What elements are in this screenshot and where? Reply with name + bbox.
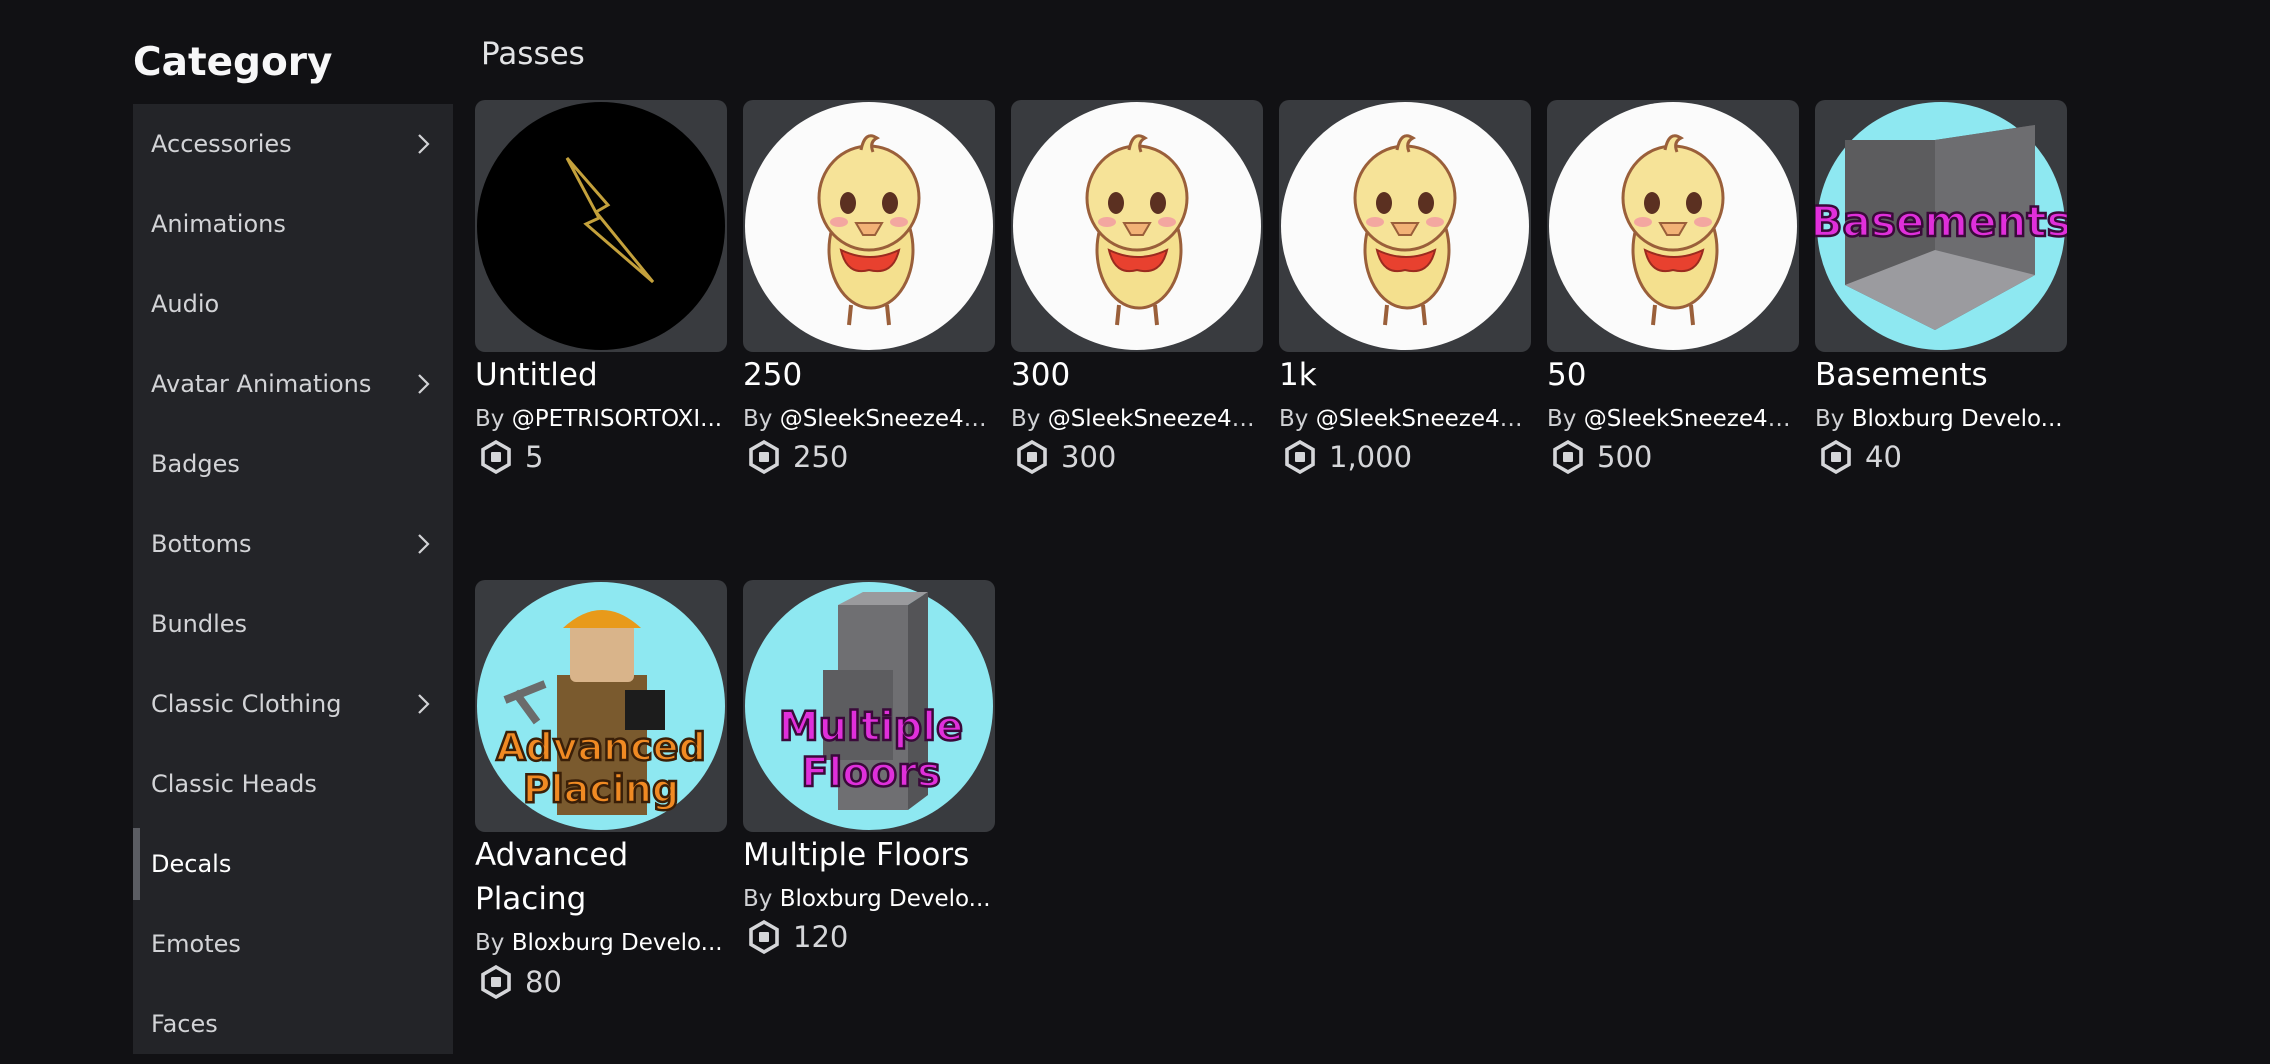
robux-icon [481,440,511,474]
sidebar-item-accessories[interactable]: Accessories [133,104,453,184]
sidebar-item-audio[interactable]: Audio [133,264,453,344]
pass-thumbnail[interactable] [475,100,727,352]
pass-price: 300 [1015,440,1116,474]
sidebar-item-label: Avatar Animations [151,370,372,398]
pass-thumbnail[interactable] [1547,100,1799,352]
robux-icon [749,920,779,954]
pass-thumbnail[interactable]: Multiple Floors [743,580,995,832]
svg-text:Multiple: Multiple [779,704,963,750]
sidebar-item-emotes[interactable]: Emotes [133,904,453,984]
pass-creator[interactable]: By @SleekSneeze41... [1011,406,1263,432]
robux-icon [749,440,779,474]
sidebar-item-label: Accessories [151,130,292,158]
sidebar-item-bottoms[interactable]: Bottoms [133,504,453,584]
sidebar-item-label: Audio [151,290,220,318]
pass-thumbnail[interactable] [1279,100,1531,352]
stacked-floors-icon: Multiple Floors [745,582,993,830]
pass-price: 40 [1819,440,1902,474]
pass-name[interactable]: Multiple Floors [743,833,995,877]
sidebar-item-label: Bundles [151,610,248,638]
robux-icon [1017,440,1047,474]
pass-price: 80 [479,965,562,999]
chevron-right-icon [418,534,430,554]
pass-creator[interactable]: By @SleekSneeze41... [743,406,995,432]
category-sidebar: Accessories Animations Audio Avatar Anim… [133,104,453,1054]
sidebar-item-classic-clothing[interactable]: Classic Clothing [133,664,453,744]
lightning-bolt-icon [477,102,725,350]
pass-thumbnail[interactable] [1011,100,1263,352]
pass-price: 5 [479,440,543,474]
sidebar-item-label: Faces [151,1010,218,1038]
sidebar-item-classic-heads[interactable]: Classic Heads [133,744,453,824]
chevron-right-icon [418,694,430,714]
sidebar-item-badges[interactable]: Badges [133,424,453,504]
pass-name[interactable]: 50 [1547,353,1799,397]
chick-icon [745,102,993,350]
chick-icon [1013,102,1261,350]
svg-text:Floors: Floors [801,750,941,796]
svg-text:Advanced: Advanced [496,725,706,769]
sidebar-item-label: Bottoms [151,530,252,558]
robux-icon [1285,440,1315,474]
pass-creator[interactable]: By Bloxburg Develo... [475,930,727,956]
pass-price: 500 [1551,440,1652,474]
sidebar-item-label: Decals [151,850,232,878]
robux-icon [1821,440,1851,474]
pass-thumbnail[interactable]: Basements [1815,100,2067,352]
pass-name[interactable]: 1k [1279,353,1531,397]
basement-room-icon: Basements [1815,102,2067,350]
pass-price: 250 [747,440,848,474]
sidebar-item-avatar-animations[interactable]: Avatar Animations [133,344,453,424]
sidebar-item-bundles[interactable]: Bundles [133,584,453,664]
pass-creator[interactable]: By @PETRISORTOXI... [475,406,727,432]
pass-thumbnail[interactable] [743,100,995,352]
robux-icon [481,965,511,999]
sidebar-item-label: Classic Clothing [151,690,342,718]
builder-avatar-icon: Advanced Placing [477,582,725,830]
pass-thumbnail[interactable]: Advanced Placing [475,580,727,832]
sidebar-item-animations[interactable]: Animations [133,184,453,264]
pass-creator[interactable]: By @SleekSneeze41... [1279,406,1531,432]
pass-name[interactable]: Basements [1815,353,2067,397]
chevron-right-icon [418,134,430,154]
sidebar-item-label: Badges [151,450,240,478]
svg-text:Placing: Placing [523,767,679,811]
svg-text:Basements: Basements [1815,197,2067,246]
section-title: Passes [481,36,585,72]
chick-icon [1281,102,1529,350]
pass-price: 1,000 [1283,440,1412,474]
sidebar-item-label: Animations [151,210,286,238]
pass-name[interactable]: Advanced Placing [475,833,727,921]
category-heading: Category [133,40,333,85]
chevron-right-icon [418,374,430,394]
pass-name[interactable]: 300 [1011,353,1263,397]
chick-icon [1549,102,1797,350]
selected-indicator [133,828,140,900]
sidebar-item-label: Classic Heads [151,770,317,798]
pass-creator[interactable]: By Bloxburg Develo... [1815,406,2067,432]
sidebar-item-decals[interactable]: Decals [133,824,453,904]
pass-creator[interactable]: By Bloxburg Develo... [743,886,995,912]
pass-name[interactable]: 250 [743,353,995,397]
pass-price: 120 [747,920,848,954]
sidebar-item-label: Emotes [151,930,241,958]
robux-icon [1553,440,1583,474]
pass-creator[interactable]: By @SleekSneeze41... [1547,406,1799,432]
sidebar-item-faces[interactable]: Faces [133,984,453,1064]
pass-name[interactable]: Untitled [475,353,727,397]
